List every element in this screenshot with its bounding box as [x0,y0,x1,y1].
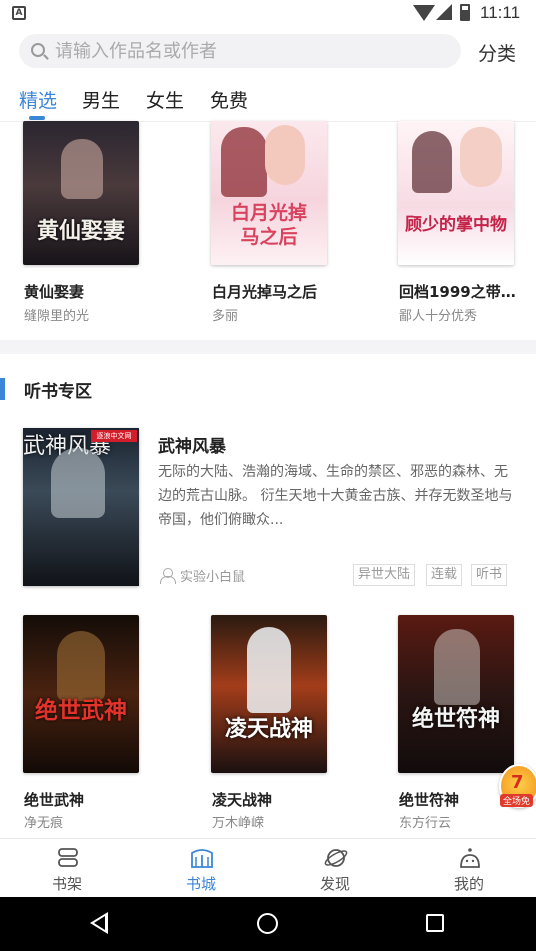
featured-cover[interactable]: 逐浪中文网 武神风暴 [23,428,139,586]
nav-profile[interactable]: 我的 [402,839,536,898]
featured-title: 武神风暴 [158,437,226,457]
home-icon[interactable] [257,913,278,934]
category-button[interactable]: 分类 [478,39,516,66]
tab-female[interactable]: 女生 [146,86,184,113]
user-icon [160,568,176,584]
featured-description: 无际的大陆、浩瀚的海域、生命的禁区、邪恶的森林、无边的荒古山脉。 衍生天地十大黄… [158,464,513,528]
cover-title: 绝世符神 [411,706,500,732]
planet-icon [324,849,348,867]
book-title: 凌天战神 [212,791,273,809]
book-author: 缝隙里的光 [24,309,90,324]
battery-icon [460,4,470,21]
search-input[interactable] [55,39,445,63]
nav-label: 我的 [453,875,484,893]
tag[interactable]: 连载 [426,564,463,586]
section-accent-bar [0,378,5,400]
book-cover[interactable]: 黄仙娶妻 [23,121,139,265]
tab-indicator [29,116,45,120]
featured-book[interactable]: 逐浪中文网 武神风暴 武神风暴 无际的大陆、浩瀚的海域、生命的禁区、邪恶的森林、… [0,428,536,588]
status-bar: A 11:11 [0,0,536,28]
book-card[interactable]: 绝世武神 绝世武神 净无痕 [23,615,163,831]
cover-title: 白月光掉马之后 [230,202,307,248]
section-title: 听书专区 [24,382,92,402]
publisher-label: 逐浪中文网 [91,430,137,442]
system-nav-bar [0,897,536,951]
book-card[interactable]: 黄仙娶妻 黄仙娶妻 缝隙里的光 [23,121,163,331]
cover-title: 凌天战神 [224,716,313,742]
nav-label: 书架 [51,875,82,893]
book-card[interactable]: 白月光掉马之后 白月光掉马之后 多丽 [211,121,351,331]
free-promo-badge[interactable]: 7 全场免 [497,760,536,812]
book-title: 白月光掉马之后 [212,283,318,301]
search-icon [31,43,45,57]
search-box[interactable] [19,34,461,68]
book-cover[interactable]: 绝世武神 [23,615,139,773]
tag[interactable]: 异世大陆 [353,564,416,586]
badge-label: 全场免 [500,794,534,807]
wifi-icon [413,5,435,21]
book-cover[interactable]: 绝世符神 [398,615,514,773]
notification-icon: A [12,6,26,20]
book-card[interactable]: 顾少的掌中物 回档1999之带… 鄙人十分优秀 [398,121,536,331]
tab-free[interactable]: 免费 [210,86,248,113]
tab-featured[interactable]: 精选 [19,86,57,113]
book-cover[interactable]: 凌天战神 [211,615,327,773]
tab-bar: 精选 男生 女生 免费 [0,78,536,122]
section-header-audio: 听书专区 [0,370,536,410]
status-time: 11:11 [480,3,521,22]
bottom-nav: 书架 书城 发现 我的 [0,838,536,897]
book-author: 万木峥嵘 [212,816,265,831]
nav-label: 发现 [319,875,350,893]
book-author: 多丽 [212,309,239,324]
book-cover[interactable]: 白月光掉马之后 [211,121,327,265]
book-title: 回档1999之带… [399,283,516,301]
book-author: 东方行云 [399,816,452,831]
book-title: 绝世武神 [24,791,85,809]
book-author: 鄙人十分优秀 [399,309,478,324]
bookshelf-icon [58,848,78,867]
nav-bookshelf[interactable]: 书架 [0,839,134,898]
book-author: 净无痕 [24,816,64,831]
tab-male[interactable]: 男生 [82,86,120,113]
book-cover[interactable]: 顾少的掌中物 [398,121,514,265]
signal-icon [436,4,452,20]
nav-bookstore[interactable]: 书城 [134,839,268,898]
nav-discover[interactable]: 发现 [268,839,402,898]
nav-label: 书城 [185,875,216,893]
book-card[interactable]: 凌天战神 凌天战神 万木峥嵘 [211,615,351,831]
back-icon[interactable] [90,912,108,934]
section-divider [0,340,536,354]
book-title: 黄仙娶妻 [24,283,85,301]
profile-icon [460,848,480,868]
recent-apps-icon[interactable] [426,914,444,932]
search-row: 分类 [0,28,536,76]
cover-title: 黄仙娶妻 [36,218,125,244]
bookstore-icon [191,849,213,868]
tag[interactable]: 听书 [471,564,508,586]
badge-number: 7 [511,772,524,793]
cover-title: 顾少的掌中物 [405,215,507,235]
cover-title: 绝世武神 [35,697,127,724]
featured-author: 实验小白鼠 [180,570,246,585]
